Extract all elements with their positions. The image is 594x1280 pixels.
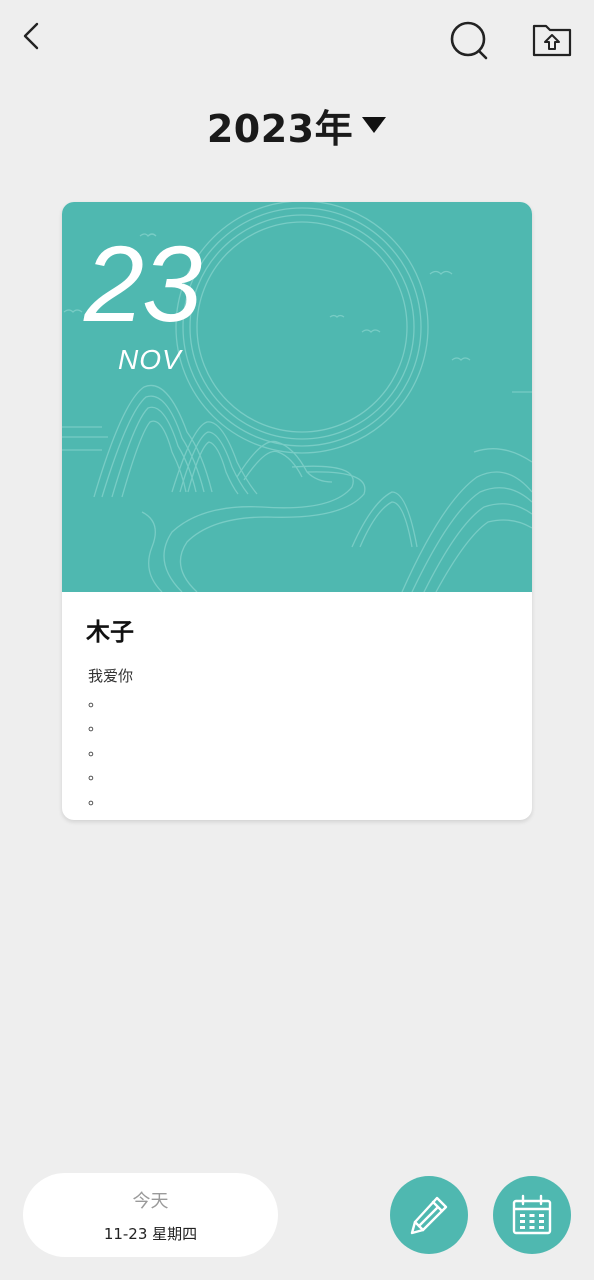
entry-body-line: 我爱你 [88, 667, 134, 685]
entry-body-line: 。 [88, 716, 104, 734]
diary-entry-card[interactable]: 23 NOV 木子 我爱你 。 。 。 。 。 [62, 202, 532, 820]
entry-body-line: 。 [88, 691, 104, 710]
top-bar [0, 0, 594, 80]
triangle-down-icon [362, 117, 387, 133]
write-entry-button[interactable] [390, 1176, 468, 1254]
year-label: 2023年 [206, 106, 354, 151]
calendar-icon [512, 1194, 552, 1235]
search-button[interactable] [446, 16, 494, 64]
card-cover: 23 NOV [62, 202, 532, 592]
search-icon [450, 21, 488, 60]
entry-body: 我爱你 。 。 。 。 。 [88, 664, 133, 811]
entry-body-line: 。 [88, 740, 104, 759]
entry-title: 木子 [86, 618, 134, 646]
pencil-icon [410, 1196, 448, 1235]
folder-upload-icon [532, 24, 572, 57]
today-button[interactable]: 今天 11-23 星期四 [23, 1173, 278, 1257]
chevron-left-icon [23, 22, 39, 50]
entry-day: 23 [84, 223, 202, 344]
calendar-button[interactable] [493, 1176, 571, 1254]
today-label: 今天 [132, 1190, 169, 1212]
year-selector[interactable]: 2023年 [0, 100, 594, 151]
back-button[interactable] [10, 14, 54, 58]
folder-upload-button[interactable] [528, 16, 576, 64]
entry-body-line: 。 [88, 765, 104, 783]
entry-month: NOV [118, 344, 182, 375]
entry-body-line: 。 [88, 789, 104, 808]
today-date: 11-23 星期四 [103, 1224, 198, 1243]
